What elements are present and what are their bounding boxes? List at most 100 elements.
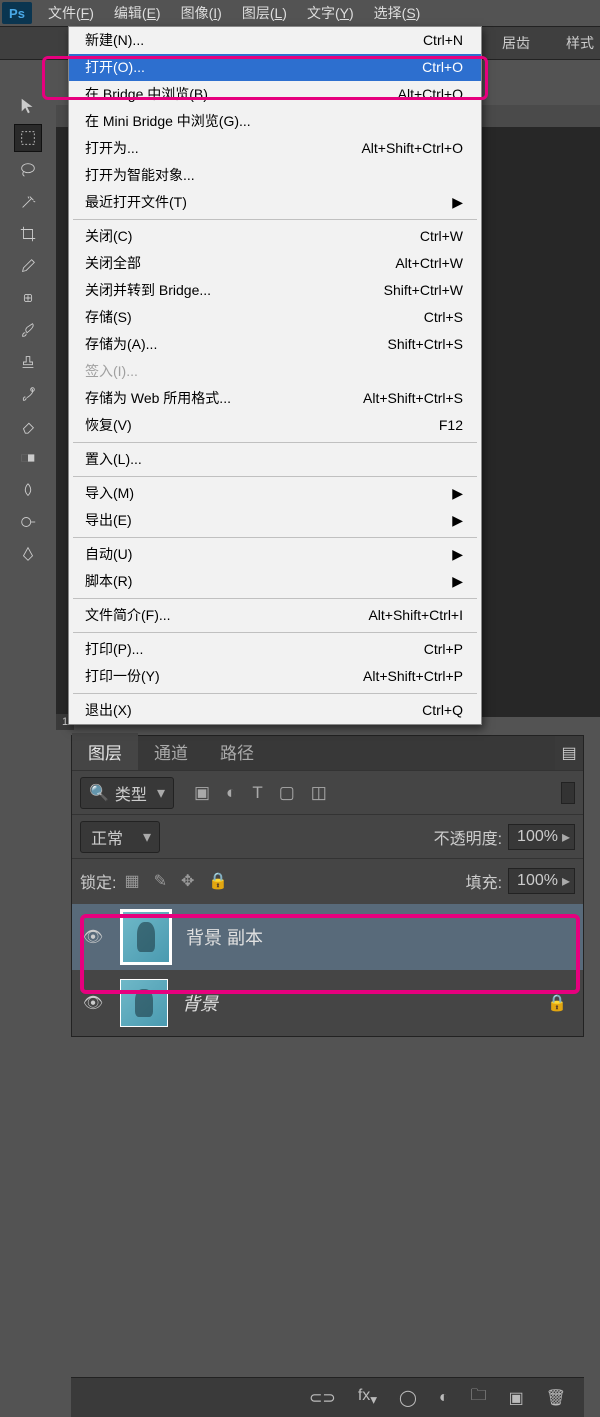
menu-e[interactable]: 编辑(E) xyxy=(104,0,171,26)
menu-item[interactable]: 在 Bridge 中浏览(B)...Alt+Ctrl+O xyxy=(69,81,481,108)
wand-tool[interactable] xyxy=(14,188,42,216)
panel-menu-icon[interactable]: ▤ xyxy=(555,736,583,770)
lasso-tool[interactable] xyxy=(14,156,42,184)
filter-pixel-icon[interactable]: ▣ xyxy=(194,783,210,803)
caret-down-icon: ▸ xyxy=(562,827,570,847)
menu-item[interactable]: 自动(U)▶ xyxy=(69,541,481,568)
menu-i[interactable]: 图像(I) xyxy=(171,0,232,26)
tab-channels[interactable]: 通道 xyxy=(138,733,204,770)
menu-y[interactable]: 文字(Y) xyxy=(297,0,364,26)
eraser-tool[interactable] xyxy=(14,412,42,440)
menu-item[interactable]: 新建(N)...Ctrl+N xyxy=(69,27,481,54)
menu-item[interactable]: 存储(S)Ctrl+S xyxy=(69,304,481,331)
opacity-input[interactable]: 100% ▸ xyxy=(508,824,575,850)
layer-row[interactable]: 👁 背景 副本 xyxy=(72,904,583,970)
layers-list: 👁背景 副本👁背景🔒 xyxy=(72,902,583,1036)
menu-item[interactable]: 存储为 Web 所用格式...Alt+Shift+Ctrl+S xyxy=(69,385,481,412)
lock-all-icon[interactable]: 🔒 xyxy=(208,871,228,891)
menu-l[interactable]: 图层(L) xyxy=(232,0,297,26)
filter-adjust-icon[interactable]: ◐ xyxy=(226,783,236,803)
menu-item-label: 存储为(A)... xyxy=(85,335,157,354)
eyedropper-tool[interactable] xyxy=(14,252,42,280)
menu-item[interactable]: 存储为(A)...Shift+Ctrl+S xyxy=(69,331,481,358)
menu-item-shortcut: ▶ xyxy=(452,511,463,530)
layer-row[interactable]: 👁背景🔒 xyxy=(72,970,583,1036)
menu-item-shortcut: ▶ xyxy=(452,545,463,564)
menubar: Ps 文件(F)编辑(E)图像(I)图层(L)文字(Y)选择(S) xyxy=(0,0,600,26)
layer-thumbnail[interactable] xyxy=(120,979,168,1027)
menu-item-shortcut: Shift+Ctrl+W xyxy=(384,281,463,300)
layer-name[interactable]: 背景 xyxy=(182,990,218,1016)
menu-item-label: 打开为... xyxy=(85,139,139,158)
menu-item[interactable]: 打印(P)...Ctrl+P xyxy=(69,636,481,663)
menu-f[interactable]: 文件(F) xyxy=(38,0,104,26)
filter-smart-icon[interactable]: ◫ xyxy=(311,783,327,803)
move-tool[interactable] xyxy=(14,92,42,120)
menu-item[interactable]: 恢复(V)F12 xyxy=(69,412,481,439)
menu-item[interactable]: 关闭全部Alt+Ctrl+W xyxy=(69,250,481,277)
menu-item[interactable]: 打印一份(Y)Alt+Shift+Ctrl+P xyxy=(69,663,481,690)
filter-row: 🔍 类型 ▾ ▣ ◐ T ▢ ◫ xyxy=(72,770,583,814)
delete-layer-icon[interactable]: 🗑 xyxy=(546,1388,566,1408)
lock-position-icon[interactable]: ✥ xyxy=(181,871,194,891)
tools-panel xyxy=(0,60,56,570)
layer-fx-icon[interactable]: fx▾ xyxy=(358,1387,377,1408)
filter-type-icon[interactable]: T xyxy=(252,783,262,803)
visibility-icon[interactable]: 👁 xyxy=(80,927,106,947)
menu-s[interactable]: 选择(S) xyxy=(364,0,431,26)
menu-item-shortcut: Ctrl+Q xyxy=(422,701,463,720)
menu-item-label: 关闭并转到 Bridge... xyxy=(85,281,211,300)
menu-item[interactable]: 打开(O)...Ctrl+O xyxy=(69,54,481,81)
new-layer-icon[interactable]: ▣ xyxy=(509,1388,524,1408)
menu-item-shortcut: Ctrl+W xyxy=(420,227,463,246)
caret-down-icon: ▸ xyxy=(562,871,570,891)
menu-item[interactable]: 打开为智能对象... xyxy=(69,162,481,189)
menu-item[interactable]: 退出(X)Ctrl+Q xyxy=(69,697,481,724)
history-brush-tool[interactable] xyxy=(14,380,42,408)
fill-input[interactable]: 100% ▸ xyxy=(508,868,575,894)
tab-paths[interactable]: 路径 xyxy=(204,733,270,770)
lock-pixels-icon[interactable]: ✎ xyxy=(154,871,167,891)
menu-item-label: 脚本(R) xyxy=(85,572,132,591)
menu-item[interactable]: 最近打开文件(T)▶ xyxy=(69,189,481,216)
menu-separator xyxy=(73,537,477,538)
layer-name[interactable]: 背景 副本 xyxy=(186,924,263,950)
menu-item[interactable]: 脚本(R)▶ xyxy=(69,568,481,595)
filter-shape-icon[interactable]: ▢ xyxy=(279,783,295,803)
menu-item-label: 导出(E) xyxy=(85,511,132,530)
opacity-label: 不透明度: xyxy=(434,825,502,849)
filter-type-dropdown[interactable]: 🔍 类型 ▾ xyxy=(80,777,174,809)
layer-thumbnail[interactable] xyxy=(120,909,172,965)
blend-row: 正常 ▾ 不透明度: 100% ▸ xyxy=(72,814,583,858)
filter-toggle[interactable] xyxy=(561,782,575,804)
stamp-tool[interactable] xyxy=(14,348,42,376)
adjustment-layer-icon[interactable]: ◐ xyxy=(439,1389,449,1407)
menu-item-shortcut: Ctrl+O xyxy=(422,58,463,77)
menu-item[interactable]: 导入(M)▶ xyxy=(69,480,481,507)
gradient-tool[interactable] xyxy=(14,444,42,472)
lock-transparent-icon[interactable]: ▦ xyxy=(124,871,139,891)
visibility-icon[interactable]: 👁 xyxy=(80,993,106,1013)
blur-tool[interactable] xyxy=(14,476,42,504)
menu-item[interactable]: 关闭(C) Ctrl+W xyxy=(69,223,481,250)
healing-tool[interactable] xyxy=(14,284,42,312)
menu-item-label: 关闭(C) xyxy=(85,227,132,246)
menu-item[interactable]: 文件简介(F)...Alt+Shift+Ctrl+I xyxy=(69,602,481,629)
brush-tool[interactable] xyxy=(14,316,42,344)
link-layers-icon[interactable]: ⊂⊃ xyxy=(309,1388,336,1408)
dodge-tool[interactable] xyxy=(14,508,42,536)
menu-item[interactable]: 在 Mini Bridge 中浏览(G)... xyxy=(69,108,481,135)
menu-item[interactable]: 关闭并转到 Bridge... Shift+Ctrl+W xyxy=(69,277,481,304)
style-label: 样式 xyxy=(566,33,594,53)
layer-mask-icon[interactable]: ◯ xyxy=(399,1388,417,1408)
tab-layers[interactable]: 图层 xyxy=(72,733,138,770)
marquee-tool[interactable] xyxy=(14,124,42,152)
menu-item[interactable]: 置入(L)... xyxy=(69,446,481,473)
menu-item[interactable]: 打开为...Alt+Shift+Ctrl+O xyxy=(69,135,481,162)
crop-tool[interactable] xyxy=(14,220,42,248)
pen-tool[interactable] xyxy=(14,540,42,568)
blend-mode-dropdown[interactable]: 正常 ▾ xyxy=(80,821,160,853)
menu-item-shortcut: ▶ xyxy=(452,193,463,212)
menu-item[interactable]: 导出(E) ▶ xyxy=(69,507,481,534)
layer-group-icon[interactable]: 🗀 xyxy=(471,1384,487,1411)
